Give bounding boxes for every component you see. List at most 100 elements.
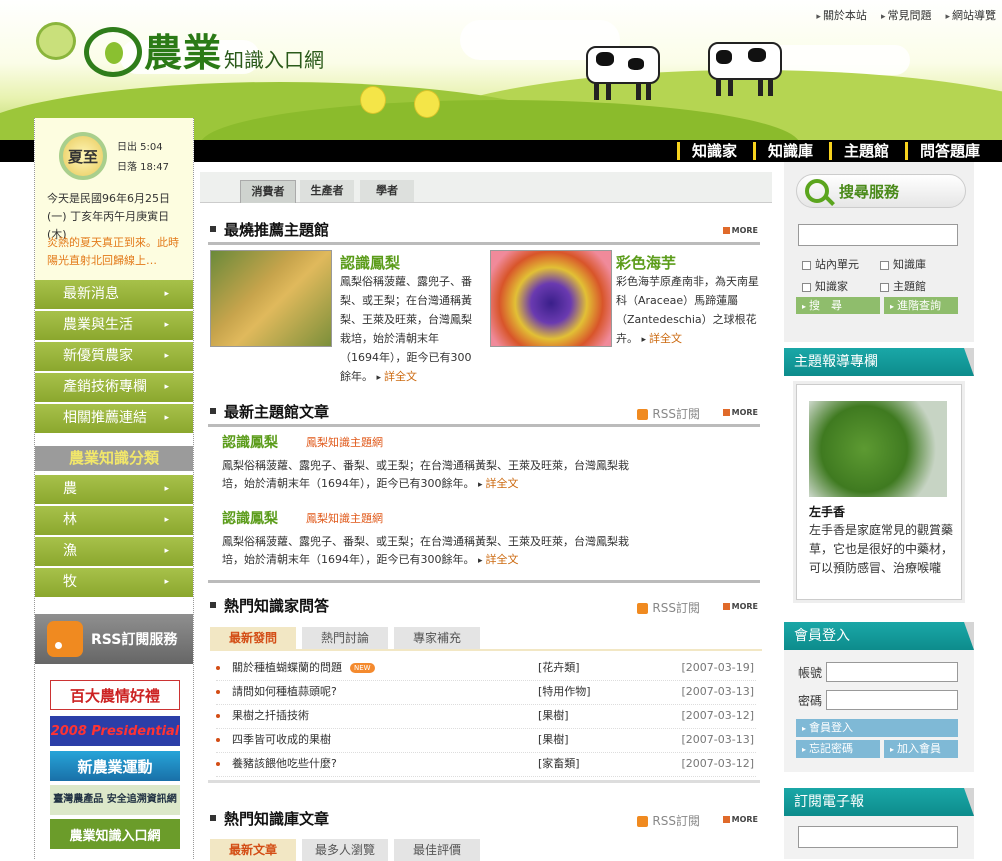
more-link[interactable]: MORE [722,815,758,824]
rss-subscribe-link[interactable]: RSS訂閱 [637,812,700,829]
search-button[interactable]: ▸ 搜 尋 [796,297,880,314]
bullet-icon [216,714,220,718]
read-more-link[interactable]: ▸ 詳全文 [377,370,418,383]
question-text[interactable]: 請問如何種植蒜頭呢? [232,680,337,704]
sun-times: 日出 5:04 日落 18:47 [117,138,169,178]
checkbox[interactable] [880,260,889,270]
arrow-icon: ▸ [816,12,821,22]
password-input[interactable] [826,690,958,710]
qa-row[interactable]: 請問如何種植蒜頭呢? [特用作物] [2007-03-13] [216,680,756,705]
qa-row[interactable]: 養豬該餵他吃些什麼? [家畜類] [2007-03-12] [216,752,756,777]
rss-service-link[interactable]: RSS訂閱服務 [35,614,193,664]
ad-banner-presidential[interactable]: 2008 Presidential [50,716,180,746]
tab-best-rated[interactable]: 最佳評價 [394,839,480,861]
tab-latest-articles[interactable]: 最新文章 [210,839,296,861]
join-member-button[interactable]: ▸ 加入會員 [884,740,958,758]
checkbox[interactable] [802,260,811,270]
search-option-library[interactable]: 知識庫 [880,256,926,272]
question-text[interactable]: 果樹之扦插技術 [232,704,309,728]
advanced-search-button[interactable]: ▸ 進階查詢 [884,297,958,314]
section-title: 最燒推薦主題館 [224,221,330,239]
qa-row[interactable]: 關於種植蝴蝶蘭的問題 NEW [花卉類] [2007-03-19] [216,656,756,681]
newsletter-email-input[interactable] [798,826,958,848]
category-livestock[interactable]: 牧 ▸ [35,568,193,597]
ad-banner-gifts[interactable]: 百大農情好禮 [50,680,180,710]
herb-image[interactable] [809,401,947,497]
search-option-site[interactable]: 站內單元 [802,256,859,272]
tab-hot-discussions[interactable]: 熱門討論 [302,627,388,649]
search-option-theme[interactable]: 主題館 [880,278,926,294]
tab-most-viewed[interactable]: 最多人瀏覽 [302,839,388,861]
nav-knowledge-base[interactable]: 知識庫 [752,142,821,160]
ad-banner-portal[interactable]: 農業知識入口網 [50,819,180,849]
tab-latest-questions[interactable]: 最新發問 [210,627,296,649]
ad-banner-traceability[interactable]: 臺灣農產品 安全追溯資訊網 [50,785,180,815]
menu-item-quality-farm[interactable]: 新優質農家 ▸ [35,342,193,371]
checkbox[interactable] [802,282,811,292]
menu-item-news[interactable]: 最新消息 ▸ [35,280,193,309]
topic-title[interactable]: 左手香 [809,503,845,520]
menu-item-agri-life[interactable]: 農業與生活 ▸ [35,311,193,340]
read-more-link[interactable]: ▸ 詳全文 [642,332,683,345]
featured-desc: 彩色海芋原產南非，為天南星科（Araceae）馬蹄蓮屬（Zantedeschia… [616,275,759,345]
checkbox[interactable] [880,282,889,292]
bullet-icon [210,226,216,232]
category-forestry[interactable]: 林 ▸ [35,506,193,535]
menu-item-tech-column[interactable]: 產銷技術專欄 ▸ [35,373,193,402]
article-title[interactable]: 認識鳳梨 [222,432,278,452]
topnav-about[interactable]: ▸ 關於本站 [816,7,867,23]
tab-scholar[interactable]: 學者 [360,180,414,202]
topic-feature-card[interactable]: 左手香 左手香是家庭常見的觀賞藥草，它也是很好的中藥材，可以預防感冒、治療喉嚨痛… [796,384,962,600]
account-input[interactable] [826,662,958,682]
account-label: 帳號 [798,666,823,680]
featured-title[interactable]: 彩色海芋 [616,252,676,273]
nav-theme-hall[interactable]: 主題館 [828,142,897,160]
category-agriculture[interactable]: 農 ▸ [35,475,193,504]
season-text[interactable]: 炎熱的夏天真正到來。此時陽光直射北回歸線上… [47,234,187,270]
more-link[interactable]: MORE [722,602,758,611]
arrow-icon [722,816,730,823]
question-text[interactable]: 關於種植蝴蝶蘭的問題 NEW [232,656,375,680]
rss-icon [47,621,83,657]
read-more-link[interactable]: ▸ 詳全文 [478,553,519,566]
search-input[interactable] [798,224,958,246]
login-button[interactable]: ▸ 會員登入 [796,719,958,737]
question-category: [家畜類] [538,757,580,770]
qa-row[interactable]: 四季皆可收成的果樹 [果樹] [2007-03-13] [216,728,756,753]
section-header: 熱門知識庫文章 RSS訂閱 MORE [208,805,760,831]
forgot-password-button[interactable]: ▸ 忘記密碼 [796,740,880,758]
nav-knowledge-home[interactable]: 知識家 [676,142,745,160]
left-sidebar: 夏至 日出 5:04 日落 18:47 今天是民國96年6月25日(一) 丁亥年… [34,118,194,859]
rss-subscribe-link[interactable]: RSS訂閱 [637,599,700,616]
calla-lily-image[interactable] [490,250,612,347]
more-link[interactable]: MORE [722,408,758,417]
topnav-faq[interactable]: ▸ 常見問題 [881,7,932,23]
question-text[interactable]: 養豬該餵他吃些什麼? [232,752,337,776]
featured-title[interactable]: 認識鳳梨 [340,252,400,273]
read-more-link[interactable]: ▸ 詳全文 [478,477,519,490]
qa-row[interactable]: 果樹之扦插技術 [果樹] [2007-03-12] [216,704,756,729]
rss-subscribe-link[interactable]: RSS訂閱 [637,405,700,422]
ad-banner-new-agriculture[interactable]: 新農業運動 [50,751,180,781]
topnav-sitemap[interactable]: ▸ 網站導覽 [945,7,996,23]
menu-item-links[interactable]: 相關推薦連結 ▸ [35,404,193,433]
tab-consumer[interactable]: 消費者 [240,180,296,203]
tab-producer[interactable]: 生產者 [300,180,354,202]
main-content: 消費者 生產者 學者 最燒推薦主題館 MORE 認識鳳梨 鳳梨俗稱菠蘿、露兜子、… [196,162,779,861]
category-fishery[interactable]: 漁 ▸ [35,537,193,566]
left-menu: 最新消息 ▸ 農業與生活 ▸ 新優質農家 ▸ 產銷技術專欄 ▸ 相關推薦連結 ▸ [35,280,193,435]
nav-qa-bank[interactable]: 問答題庫 [904,142,988,160]
article-title[interactable]: 認識鳳梨 [222,508,278,528]
more-link[interactable]: MORE [722,226,758,235]
site-logo[interactable]: 農業 知識入口網 [84,22,324,77]
tab-expert-notes[interactable]: 專家補充 [394,627,480,649]
chevron-right-icon: ▸ [164,320,169,330]
search-option-qa[interactable]: 知識家 [802,278,848,294]
qa-tabs: 最新發問 熱門討論 專家補充 [210,627,762,651]
bullet-icon [210,408,216,414]
article-source[interactable]: 鳳梨知識主題網 [306,434,383,450]
pineapple-image[interactable] [210,250,332,347]
article-source[interactable]: 鳳梨知識主題網 [306,510,383,526]
question-text[interactable]: 四季皆可收成的果樹 [232,728,331,752]
article-desc: 鳳梨俗稱菠蘿、露兜子、番梨、或王梨；在台灣通稱黃梨、王萊及旺萊，台灣鳳梨栽培，始… [222,535,629,566]
